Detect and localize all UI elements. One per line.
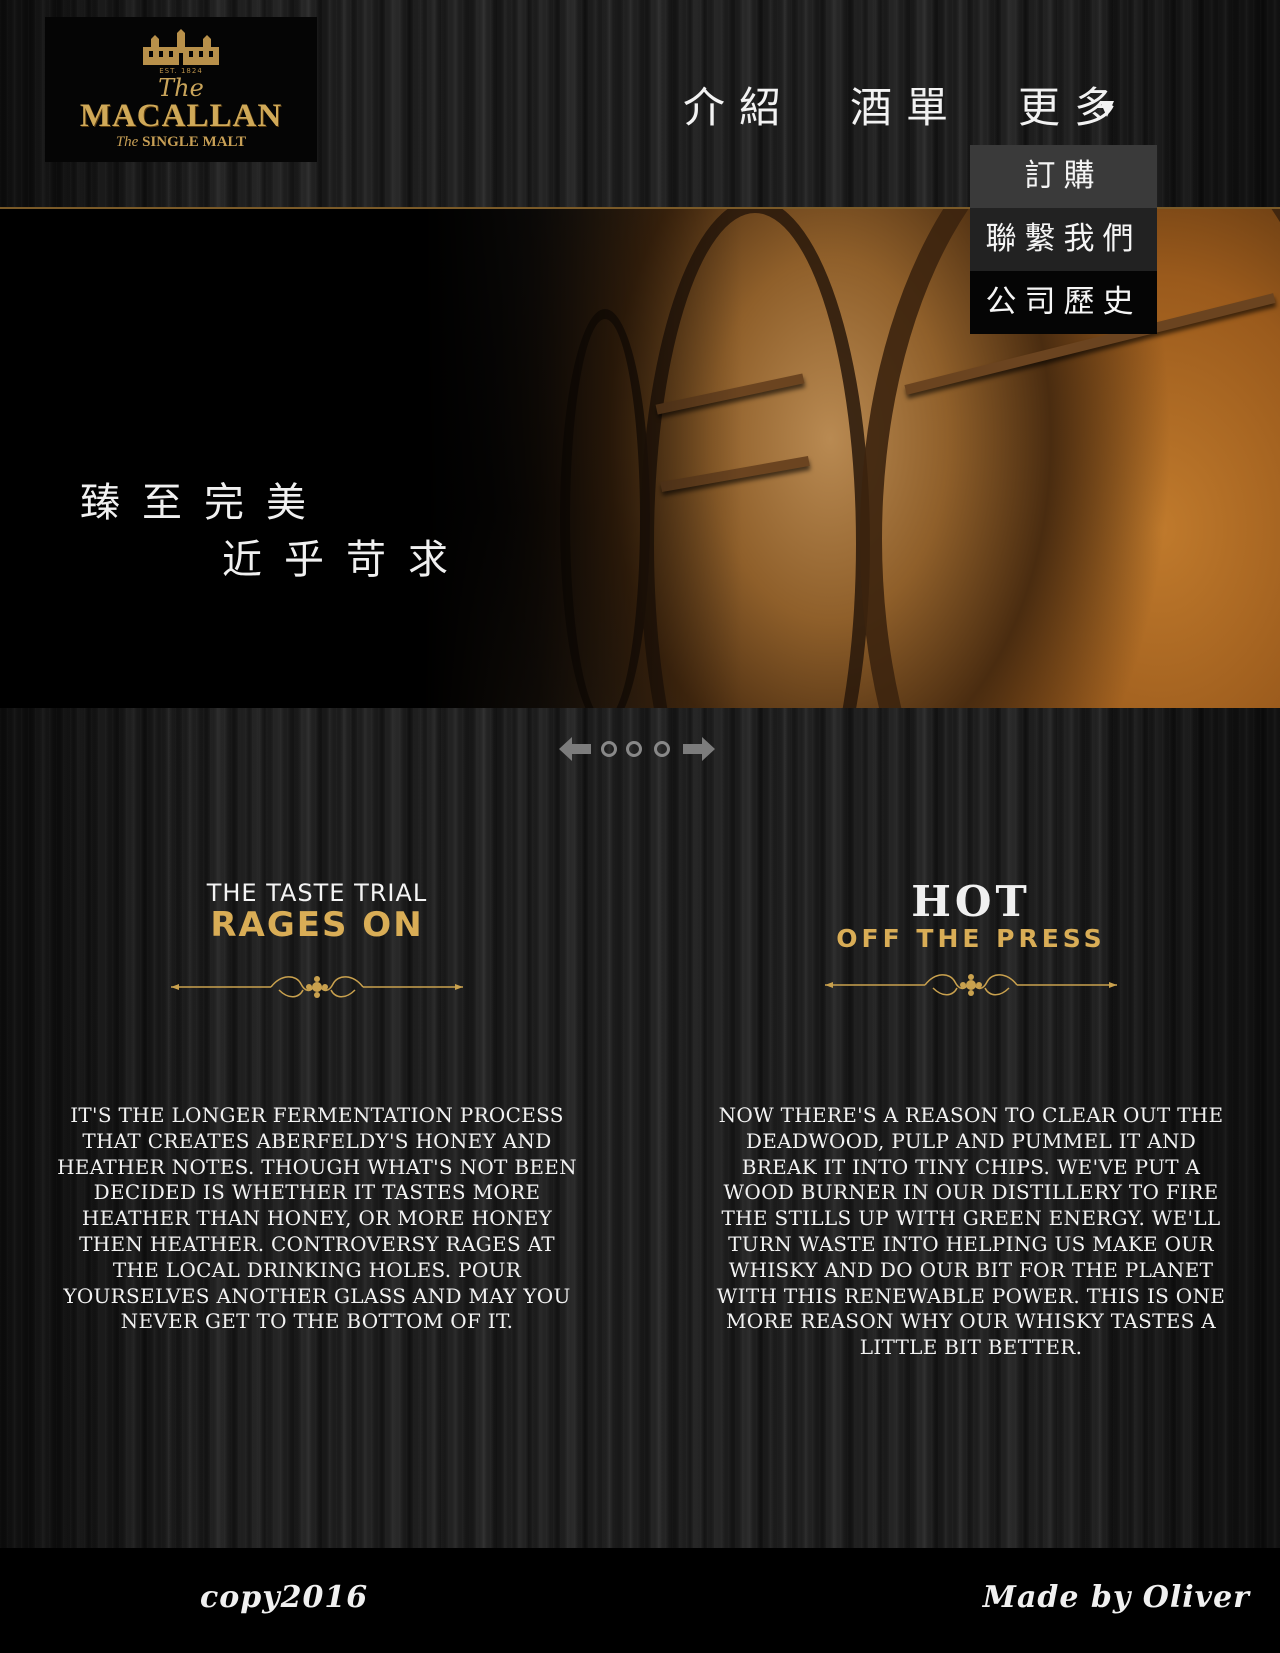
flourish-ornament-icon [825,974,1117,996]
hot-off-press-heading: HOT OFF THE PRESS [706,880,1236,1000]
more-dropdown-menu: 訂購 聯繫我們 公司歷史 [970,145,1157,334]
hot-title: HOT [911,877,1031,926]
dropdown-caret-icon[interactable] [1100,101,1114,117]
taste-trial-heading: THE TASTE TRIAL RAGES ON [56,880,578,1002]
arrow-left-icon[interactable] [559,737,591,761]
footer-author: Made by Oliver [982,1580,1250,1615]
hero-slogan-line-1: 臻至完美 [80,480,328,526]
hot-subtitle: OFF THE PRESS [836,924,1106,953]
nav-item-menu[interactable]: 酒單 [850,78,962,138]
nav-item-intro[interactable]: 介紹 [683,78,795,138]
dropdown-item-contact[interactable]: 聯繫我們 [970,208,1157,271]
taste-trial-title: RAGES ON [210,905,424,945]
slide-dot-2[interactable] [626,741,642,757]
footer-copyright: copy2016 [200,1580,369,1615]
dropdown-item-history[interactable]: 公司歷史 [970,271,1157,334]
arrow-right-icon[interactable] [683,737,715,761]
flourish-ornament-icon [171,976,463,998]
slide-dot-3[interactable] [654,741,670,757]
hot-off-press-body: Now there's a reason to clear out the de… [716,1103,1226,1360]
slide-dot-1[interactable] [601,741,617,757]
taste-trial-body: It's the longer fermentation process tha… [57,1103,577,1334]
dropdown-item-order[interactable]: 訂購 [970,145,1157,208]
footer: copy2016 Made by Oliver [0,1548,1280,1653]
taste-trial-subtitle: THE TASTE TRIAL [206,879,428,907]
main-nav: 介紹 酒單 更多 [0,78,1280,138]
slider-controls [559,736,719,762]
hero-slogan-line-2: 近乎苛求 [222,537,470,583]
distillery-crest-icon [143,28,219,65]
